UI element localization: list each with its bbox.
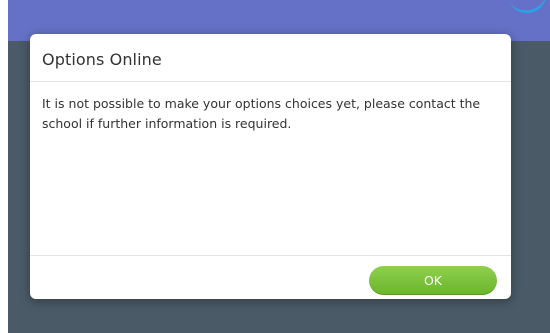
dialog-title: Options Online bbox=[42, 50, 162, 69]
dialog-footer: OK bbox=[30, 255, 511, 299]
dialog-message: It is not possible to make your options … bbox=[42, 96, 481, 131]
ok-button[interactable]: OK bbox=[369, 266, 497, 295]
options-online-dialog: Options Online It is not possible to mak… bbox=[30, 34, 511, 299]
dialog-header: Options Online bbox=[30, 34, 511, 82]
app-frame: Options Online It is not possible to mak… bbox=[8, 0, 550, 333]
header-accent-icon bbox=[508, 0, 550, 17]
